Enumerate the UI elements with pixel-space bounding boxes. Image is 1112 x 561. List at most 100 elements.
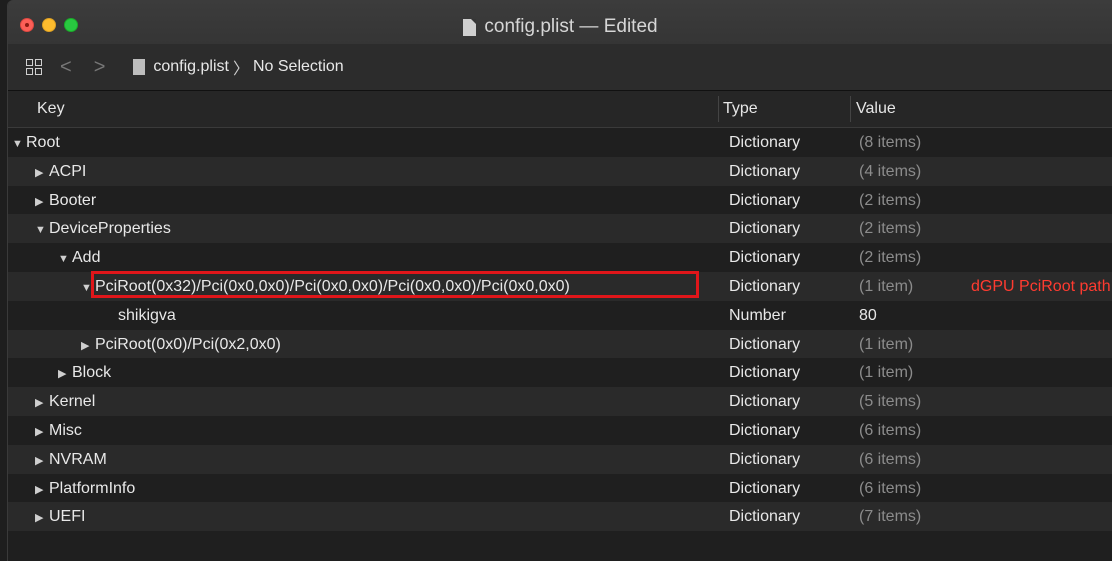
row-key-text: shikigva [118, 306, 176, 324]
value-column-header[interactable]: Value [856, 100, 896, 118]
row-key-text: Booter [49, 191, 97, 209]
row-key: ▼ Add [58, 249, 100, 267]
row-value[interactable]: (6 items) [859, 480, 921, 498]
back-arrow-icon[interactable]: < [60, 56, 72, 79]
disclosure-expanded-icon[interactable]: ▼ [12, 138, 26, 150]
outline-row[interactable]: ▶ ACPI Dictionary (4 items) [8, 156, 1112, 186]
row-key-text: Kernel [49, 393, 96, 411]
disclosure-collapsed-icon[interactable]: ▶ [35, 166, 49, 179]
outline-row[interactable]: ▼ Add Dictionary (2 items) [8, 243, 1112, 272]
row-value[interactable]: (2 items) [859, 220, 921, 238]
row-value[interactable]: (2 items) [859, 192, 921, 210]
row-type[interactable]: Dictionary [729, 278, 800, 296]
column-header: Key Type Value [8, 91, 1112, 128]
outline-row[interactable]: shikigva Number 80 [8, 301, 1112, 330]
row-key: ▼ DeviceProperties [35, 220, 171, 238]
row-value[interactable]: (4 items) [859, 163, 921, 181]
row-type[interactable]: Dictionary [729, 220, 800, 238]
row-type[interactable]: Dictionary [729, 336, 800, 354]
row-type[interactable]: Dictionary [729, 249, 800, 267]
disclosure-collapsed-icon[interactable]: ▶ [58, 367, 72, 380]
row-value[interactable]: (6 items) [859, 451, 921, 469]
disclosure-expanded-icon[interactable]: ▼ [58, 253, 72, 265]
column-divider[interactable] [850, 96, 851, 122]
disclosure-expanded-icon[interactable]: ▼ [35, 224, 49, 236]
row-key: shikigva [104, 307, 176, 325]
breadcrumb-selection[interactable]: No Selection [253, 58, 344, 76]
jump-bar: < > config.plist 〉 No Selection [8, 44, 1112, 91]
row-key: ▶ PciRoot(0x0)/Pci(0x2,0x0) [81, 336, 281, 354]
row-key: ▼ Root [12, 134, 60, 152]
row-key-text: PciRoot(0x0)/Pci(0x2,0x0) [95, 335, 281, 353]
row-key-text: PlatformInfo [49, 479, 136, 497]
breadcrumb-file[interactable]: config.plist [153, 58, 229, 76]
window-title-text: config.plist — Edited [484, 16, 658, 37]
row-type[interactable]: Dictionary [729, 451, 800, 469]
row-key: ▶ PlatformInfo [35, 480, 135, 498]
disclosure-collapsed-icon[interactable]: ▶ [35, 454, 49, 467]
column-divider[interactable] [718, 96, 719, 122]
row-key: ▶ Block [58, 364, 111, 382]
disclosure-collapsed-icon[interactable]: ▶ [35, 425, 49, 438]
row-type[interactable]: Dictionary [729, 393, 800, 411]
row-key: ▶ Booter [35, 192, 96, 210]
annotation-note: dGPU PciRoot path [971, 277, 1111, 295]
row-key-text: Misc [49, 421, 82, 439]
row-type[interactable]: Dictionary [729, 134, 800, 152]
breadcrumb-separator-icon: 〉 [232, 61, 249, 78]
outline-row[interactable]: ▶ Misc Dictionary (6 items) [8, 416, 1112, 445]
type-column-header[interactable]: Type [723, 100, 758, 118]
disclosure-collapsed-icon[interactable]: ▶ [35, 483, 49, 496]
row-type[interactable]: Dictionary [729, 163, 800, 181]
row-value[interactable]: (1 item) [859, 364, 913, 382]
row-key-text: Block [72, 364, 112, 382]
plist-outline: ▼ Root Dictionary (8 items) ▶ ACPI Dictionary(… [8, 128, 1112, 532]
outline-row[interactable]: ▶ Booter Dictionary (2 items) [8, 186, 1112, 215]
row-key-text: UEFI [49, 508, 86, 526]
title-bar: config.plist — Edited [8, 0, 1112, 44]
row-value[interactable]: (6 items) [859, 422, 921, 440]
row-key: ▶ NVRAM [35, 451, 107, 469]
outline-row[interactable]: ▶ UEFI Dictionary (7 items) [8, 502, 1112, 532]
row-type[interactable]: Dictionary [729, 480, 800, 498]
outline-row[interactable]: ▼ DeviceProperties Dictionary (2 items) [8, 214, 1112, 244]
key-column-header[interactable]: Key [37, 100, 65, 118]
row-value[interactable]: (8 items) [859, 134, 921, 152]
plist-editor-window: config.plist — Edited < > config.plist 〉… [7, 0, 1112, 561]
document-icon [463, 18, 477, 36]
forward-arrow-icon[interactable]: > [94, 56, 106, 79]
row-key: ▶ Kernel [35, 393, 95, 411]
row-type[interactable]: Dictionary [729, 364, 800, 382]
row-value[interactable]: (1 item) [859, 278, 913, 296]
navigation-arrows: < > [60, 56, 105, 79]
row-type[interactable]: Number [729, 307, 786, 325]
annotation-box [91, 271, 699, 298]
disclosure-collapsed-icon[interactable]: ▶ [35, 195, 49, 208]
row-value[interactable]: (5 items) [859, 393, 921, 411]
row-key: ▶ UEFI [35, 508, 85, 526]
row-key: ▶ ACPI [35, 163, 86, 181]
file-icon [133, 59, 146, 75]
outline-row[interactable]: ▶ PlatformInfo Dictionary (6 items) [8, 474, 1112, 503]
outline-row[interactable]: ▶ Block Dictionary (1 item) [8, 358, 1112, 387]
row-key-text: NVRAM [49, 450, 107, 468]
outline-row[interactable]: ▼ Root Dictionary (8 items) [8, 128, 1112, 157]
row-type[interactable]: Dictionary [729, 422, 800, 440]
disclosure-collapsed-icon[interactable]: ▶ [35, 396, 49, 409]
row-key-text: Add [72, 249, 101, 267]
row-value[interactable]: 80 [859, 307, 877, 325]
outline-row[interactable]: ▶ PciRoot(0x0)/Pci(0x2,0x0) Dictionary (1 i… [8, 329, 1112, 359]
disclosure-collapsed-icon[interactable]: ▶ [81, 339, 95, 352]
row-key-text: Root [26, 134, 60, 151]
outline-row[interactable]: ▶ Kernel Dictionary (5 items) [8, 387, 1112, 416]
row-value[interactable]: (2 items) [859, 249, 921, 267]
disclosure-collapsed-icon[interactable]: ▶ [35, 511, 49, 524]
row-type[interactable]: Dictionary [729, 192, 800, 210]
row-type[interactable]: Dictionary [729, 508, 800, 526]
row-key: ▶ Misc [35, 422, 82, 440]
outline-row[interactable]: ▶ NVRAM Dictionary (6 items) [8, 444, 1112, 474]
row-value[interactable]: (1 item) [859, 336, 913, 354]
related-items-grid-icon[interactable] [26, 59, 42, 75]
row-value[interactable]: (7 items) [859, 508, 921, 526]
row-key-text: ACPI [49, 162, 87, 180]
